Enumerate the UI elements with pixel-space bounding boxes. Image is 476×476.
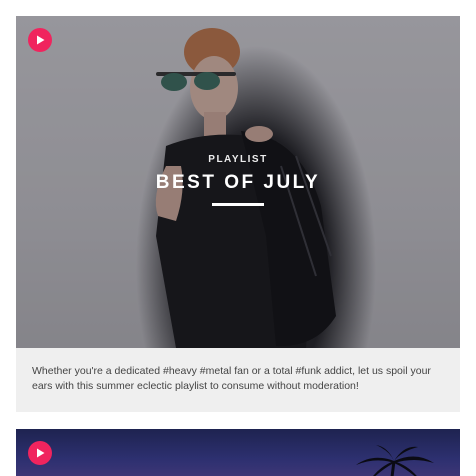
playlist-description: Whether you're a dedicated #heavy #metal… — [16, 348, 460, 412]
playlist-cover[interactable]: PLAYLIST BEST OF JULY — [16, 16, 460, 348]
playlist-card[interactable] — [16, 429, 460, 476]
play-icon — [37, 35, 45, 45]
palm-tree-image — [356, 445, 434, 476]
playlist-card[interactable]: PLAYLIST BEST OF JULY Whether you're a d… — [16, 16, 460, 412]
title-divider — [212, 203, 264, 206]
playlist-kicker: PLAYLIST — [208, 154, 268, 165]
play-button[interactable] — [28, 441, 52, 465]
play-button[interactable] — [28, 28, 52, 52]
playlist-cover[interactable] — [16, 429, 460, 476]
playlist-title: BEST OF JULY — [155, 172, 321, 193]
play-icon — [37, 448, 45, 458]
